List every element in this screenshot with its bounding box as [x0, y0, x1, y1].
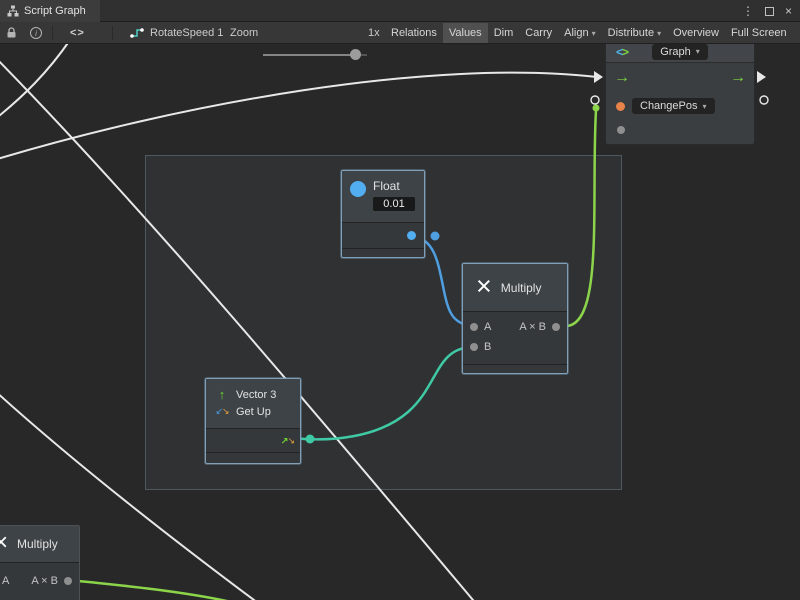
- vector3-output-port[interactable]: ↗↘: [281, 435, 294, 446]
- port-label-b: B: [484, 341, 491, 353]
- port-label-out: A × B: [31, 575, 58, 587]
- menu-icon[interactable]: ⋮: [742, 4, 754, 18]
- tab-script-graph[interactable]: Script Graph: [0, 0, 100, 22]
- zoom-slider-handle[interactable]: [350, 49, 361, 60]
- vector3-axes-icon: ↙↘: [214, 406, 230, 417]
- vector3-up-icon: ↑: [214, 387, 230, 402]
- output-port[interactable]: [552, 323, 560, 331]
- info-icon[interactable]: i: [30, 27, 42, 39]
- chevron-down-icon: ▾: [592, 29, 596, 38]
- chevron-down-icon: ▾: [696, 47, 700, 56]
- multiply-icon: ×: [0, 531, 8, 555]
- node-footer: [342, 249, 424, 257]
- node-graph-unit[interactable]: <> Graph▾ → → ChangePos▾: [605, 40, 755, 145]
- chevron-down-icon: ▾: [703, 102, 707, 111]
- port-label-a: A: [484, 321, 491, 333]
- float-type-icon: [350, 181, 366, 197]
- dim-button[interactable]: Dim: [488, 23, 520, 43]
- chevron-down-icon: ▾: [657, 29, 661, 38]
- graph-dropdown[interactable]: Graph▾: [652, 44, 708, 60]
- node-float[interactable]: Float 0.01: [341, 170, 425, 258]
- visual-scripting-icon: <>: [616, 45, 628, 59]
- close-icon[interactable]: ×: [785, 4, 792, 18]
- zoom-value: 1x: [368, 27, 380, 39]
- maximize-icon[interactable]: [765, 7, 774, 16]
- node-title: Float: [373, 179, 415, 193]
- node-title: Multiply: [501, 281, 542, 295]
- node-subtitle: Get Up: [236, 406, 271, 418]
- carry-button[interactable]: Carry: [519, 23, 558, 43]
- input-port-b[interactable]: [470, 343, 478, 351]
- values-button[interactable]: Values: [443, 23, 488, 43]
- node-footer: [463, 365, 567, 374]
- flow-out-arrow-icon[interactable]: →: [730, 69, 746, 87]
- zoom-label: Zoom: [230, 27, 258, 39]
- titlebar: Script Graph ⋮ ×: [0, 0, 800, 22]
- script-graph-window: Float 0.01 × Multiply A A × B: [0, 0, 800, 600]
- distribute-button[interactable]: Distribute▾: [602, 23, 667, 43]
- edit-code-button[interactable]: <>: [70, 27, 85, 39]
- value-port-icon[interactable]: [617, 126, 625, 134]
- fullscreen-button[interactable]: Full Screen: [725, 23, 793, 43]
- multiply-icon: ×: [476, 273, 492, 300]
- script-graph-icon: [7, 5, 19, 17]
- toolbar: i <> RotateSpeed 1 Zoom 1x Relations Val…: [0, 22, 800, 44]
- node-title: Multiply: [17, 537, 58, 551]
- float-output-port[interactable]: [407, 231, 416, 240]
- overview-button[interactable]: Overview: [667, 23, 725, 43]
- port-label-a: A: [2, 575, 9, 587]
- input-port-a[interactable]: [470, 323, 478, 331]
- relations-button[interactable]: Relations: [385, 23, 443, 43]
- output-port[interactable]: [64, 577, 72, 585]
- variable-port-icon[interactable]: [616, 102, 625, 111]
- node-multiply[interactable]: × Multiply A A × B B: [462, 263, 568, 374]
- breadcrumb-graph-name[interactable]: RotateSpeed 1: [150, 27, 223, 39]
- port-label-out: A × B: [519, 321, 546, 333]
- flow-in-arrow-icon[interactable]: →: [614, 69, 630, 87]
- lock-icon[interactable]: [6, 27, 17, 39]
- node-multiply-2[interactable]: × Multiply A A × B: [0, 525, 80, 600]
- graph-reference-icon: [130, 27, 144, 39]
- node-footer: [206, 453, 300, 462]
- zoom-slider-track: [263, 54, 355, 56]
- node-title: Vector 3: [236, 389, 276, 401]
- node-vector3-get-up[interactable]: ↑ Vector 3 ↙↘ Get Up ↗↘: [205, 378, 301, 464]
- tab-title: Script Graph: [24, 5, 86, 17]
- float-value-field[interactable]: 0.01: [373, 197, 415, 211]
- changepos-dropdown[interactable]: ChangePos▾: [632, 98, 715, 114]
- align-button[interactable]: Align▾: [558, 23, 601, 43]
